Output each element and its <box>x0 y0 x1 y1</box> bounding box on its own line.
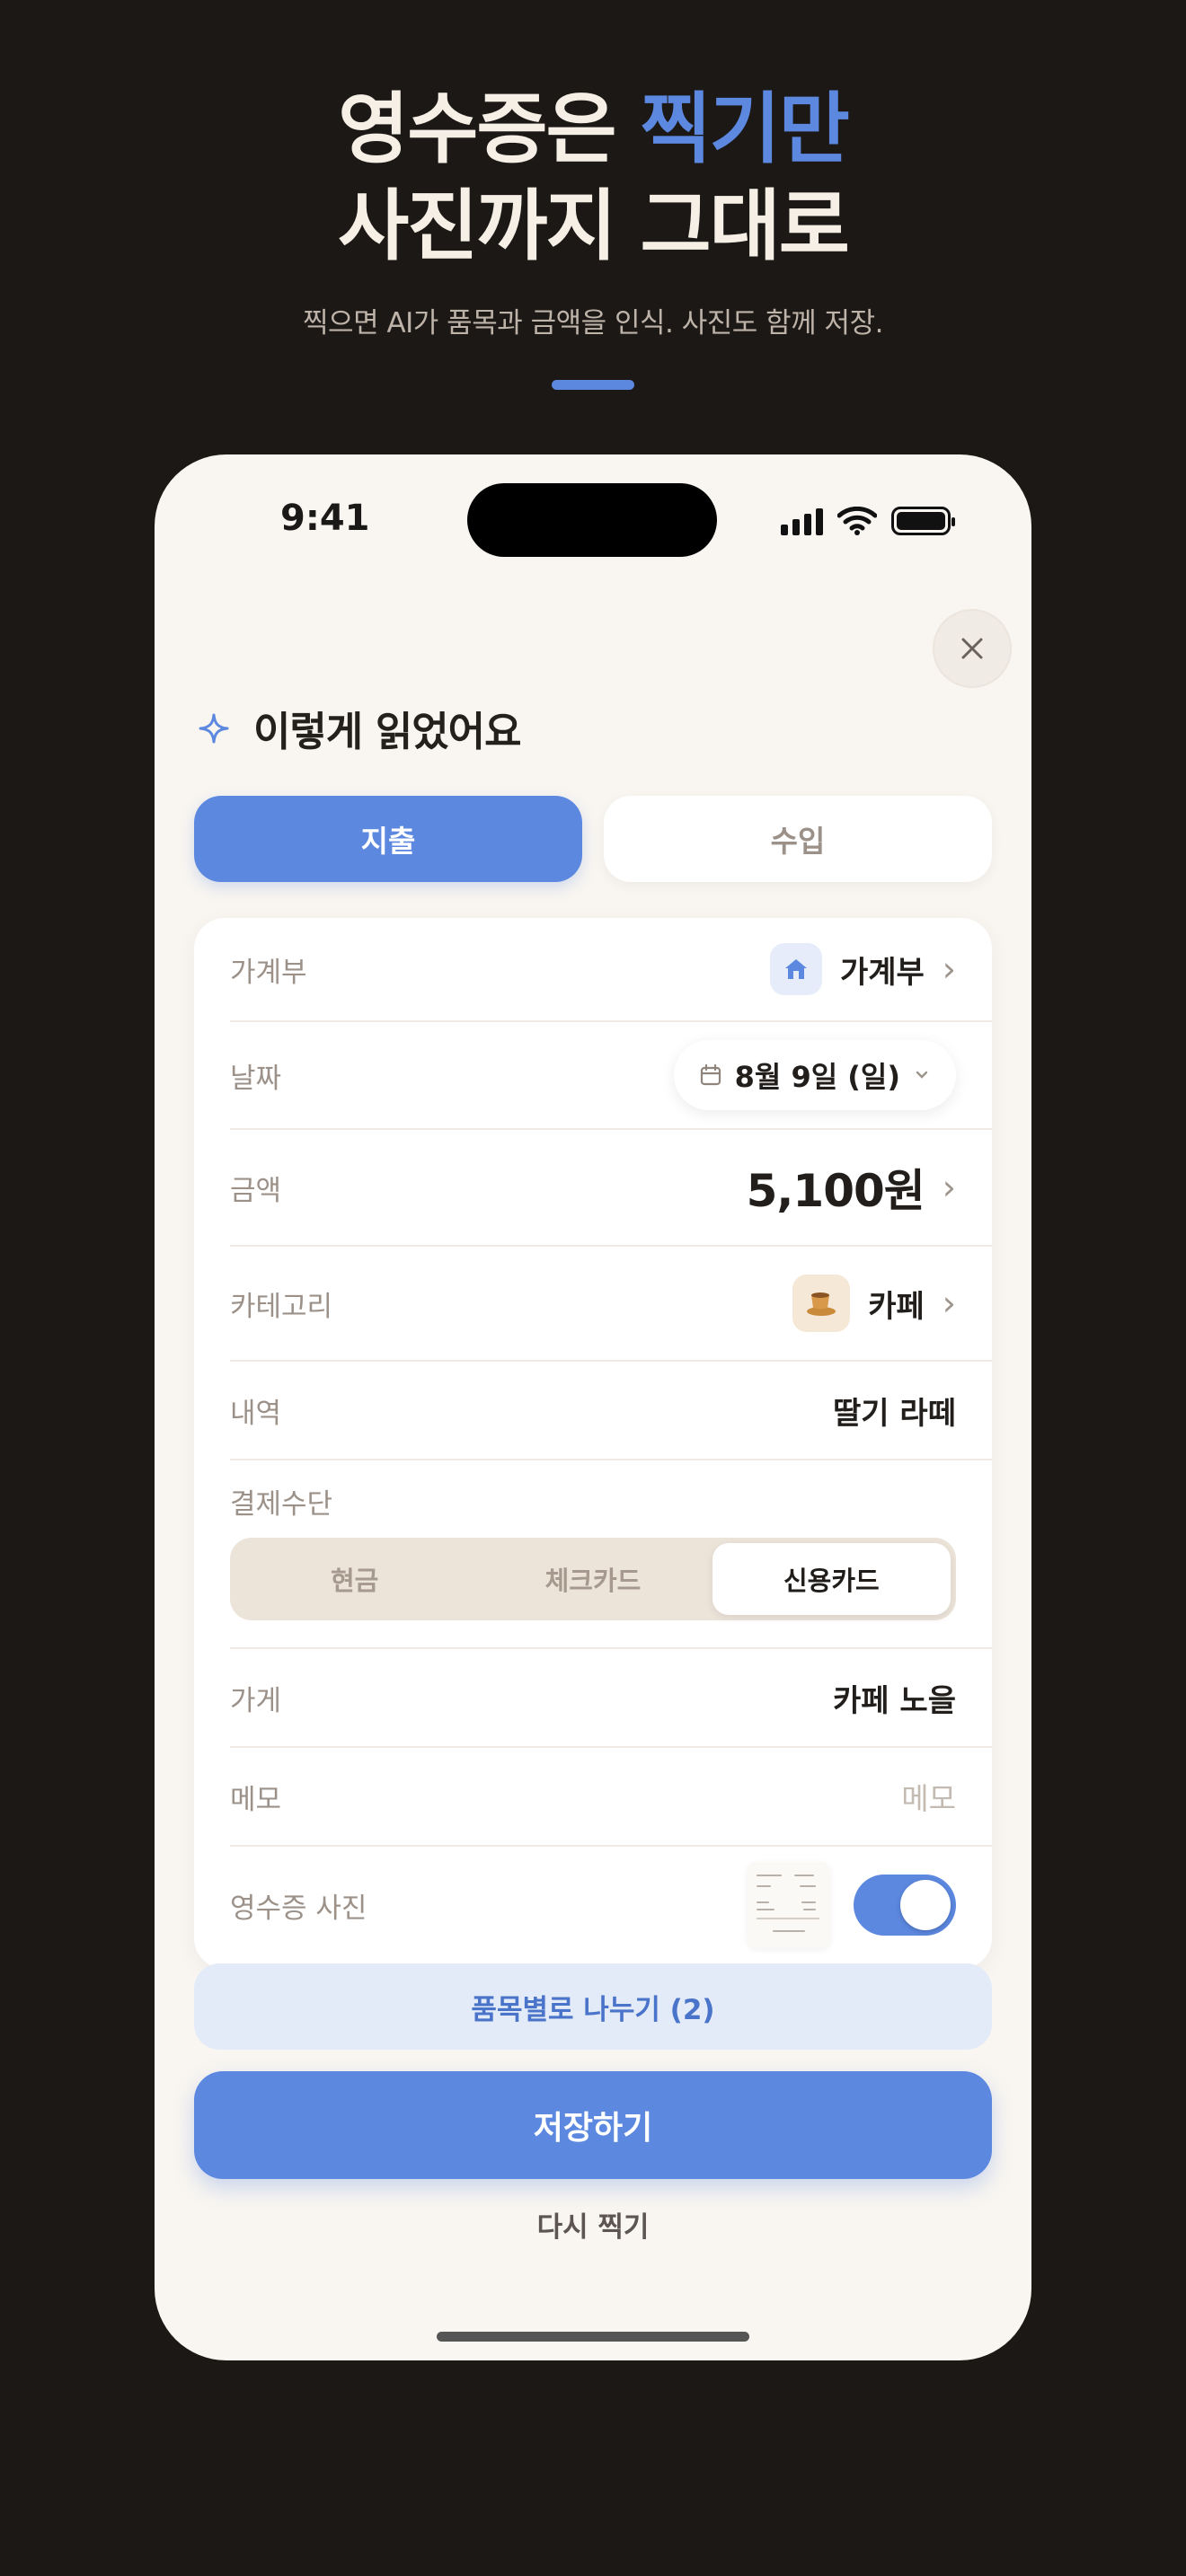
memo-input[interactable]: 메모 <box>901 1775 956 1818</box>
toggle-knob <box>900 1880 951 1930</box>
payment-method-selector: 현금 체크카드 신용카드 <box>230 1538 956 1620</box>
wifi-icon <box>837 507 877 535</box>
ledger-row[interactable]: 가계부 가계부 › <box>194 918 992 1020</box>
tab-expense[interactable]: 지출 <box>194 796 582 882</box>
house-icon <box>769 943 822 995</box>
date-row: 날짜 8월 9일 (일) <box>194 1022 992 1128</box>
phone-frame: 9:41 이렇게 읽었어요 지출 수입 가계부 가계부 › 날짜 8월 9일 (… <box>155 454 1031 2360</box>
date-picker[interactable]: 8월 9일 (일) <box>673 1040 956 1110</box>
sparkle-icon <box>199 713 229 743</box>
category-row[interactable]: 카테고리 카페 › <box>194 1247 992 1360</box>
sheet-header: 이렇게 읽었어요 <box>198 699 521 757</box>
description-label: 내역 <box>230 1397 282 1430</box>
receipt-photo-toggle[interactable] <box>854 1875 956 1936</box>
description-value: 딸기 라떼 <box>833 1395 956 1432</box>
category-value: 카페 <box>868 1288 925 1325</box>
close-button[interactable] <box>933 609 1012 688</box>
receipt-thumbnail[interactable] <box>748 1862 830 1948</box>
screen: 영수증은 찍기만 사진까지 그대로 찍으면 AI가 품목과 금액을 인식. 사진… <box>0 0 1186 2576</box>
memo-row: 메모 메모 <box>194 1748 992 1845</box>
receipt-photo-label: 영수증 사진 <box>230 1892 367 1925</box>
chevron-right-icon: › <box>942 1284 956 1323</box>
store-row[interactable]: 가게 카페 노을 <box>194 1649 992 1746</box>
amount-label: 금액 <box>230 1174 282 1207</box>
chevron-right-icon: › <box>942 949 956 989</box>
battery-icon <box>891 507 955 535</box>
memo-label: 메모 <box>230 1783 282 1816</box>
receipt-photo-row: 영수증 사진 <box>194 1847 992 1963</box>
hero-title-line2: 사진까지 그대로 <box>338 181 850 271</box>
date-label: 날짜 <box>230 1062 282 1095</box>
store-label: 가게 <box>230 1684 282 1717</box>
tab-income[interactable]: 수입 <box>604 796 992 882</box>
transaction-form: 가계부 가계부 › 날짜 8월 9일 (일) 금액 5,100원 › 카테고리 … <box>194 918 992 1969</box>
description-row[interactable]: 내역 딸기 라떼 <box>194 1362 992 1459</box>
payment-row: 결제수단 <box>194 1478 992 1523</box>
payment-option-credit[interactable]: 신용카드 <box>712 1543 951 1615</box>
payment-option-debit[interactable]: 체크카드 <box>474 1543 712 1615</box>
amount-row[interactable]: 금액 5,100원 › <box>194 1130 992 1245</box>
retake-button[interactable]: 다시 찍기 <box>155 2204 1031 2245</box>
category-label: 카테고리 <box>230 1290 333 1323</box>
ledger-label: 가계부 <box>230 956 307 989</box>
hero-subtitle: 찍으면 AI가 품목과 금액을 인식. 사진도 함께 저장. <box>303 307 883 340</box>
status-icons <box>781 507 955 535</box>
save-button[interactable]: 저장하기 <box>194 2071 992 2179</box>
ledger-value: 가계부 <box>839 954 925 991</box>
hero-title-line1: 영수증은 찍기만 <box>0 79 1186 180</box>
sheet-title: 이렇게 읽었어요 <box>253 708 521 755</box>
close-icon <box>961 638 983 659</box>
home-indicator <box>437 2332 749 2342</box>
store-value: 카페 노을 <box>833 1682 956 1719</box>
calendar-icon <box>700 1063 721 1086</box>
cellular-signal-icon <box>781 508 823 535</box>
amount-value: 5,100원 <box>746 1165 925 1217</box>
split-by-item-button[interactable]: 품목별로 나누기 (2) <box>194 1963 992 2050</box>
hero-accent-bar <box>552 380 634 390</box>
status-time: 9:41 <box>280 498 370 539</box>
chevron-down-icon <box>916 1071 928 1079</box>
date-value: 8월 9일 (일) <box>734 1060 900 1094</box>
chevron-right-icon: › <box>942 1168 956 1207</box>
hero-title-accent: 찍기만 <box>640 84 850 174</box>
payment-option-cash[interactable]: 현금 <box>235 1543 474 1615</box>
coffee-cup-icon <box>792 1275 851 1332</box>
dynamic-island <box>467 483 717 557</box>
payment-label: 결제수단 <box>230 1487 333 1521</box>
hero-title-plain: 영수증은 <box>338 84 641 174</box>
divider <box>230 1459 992 1460</box>
